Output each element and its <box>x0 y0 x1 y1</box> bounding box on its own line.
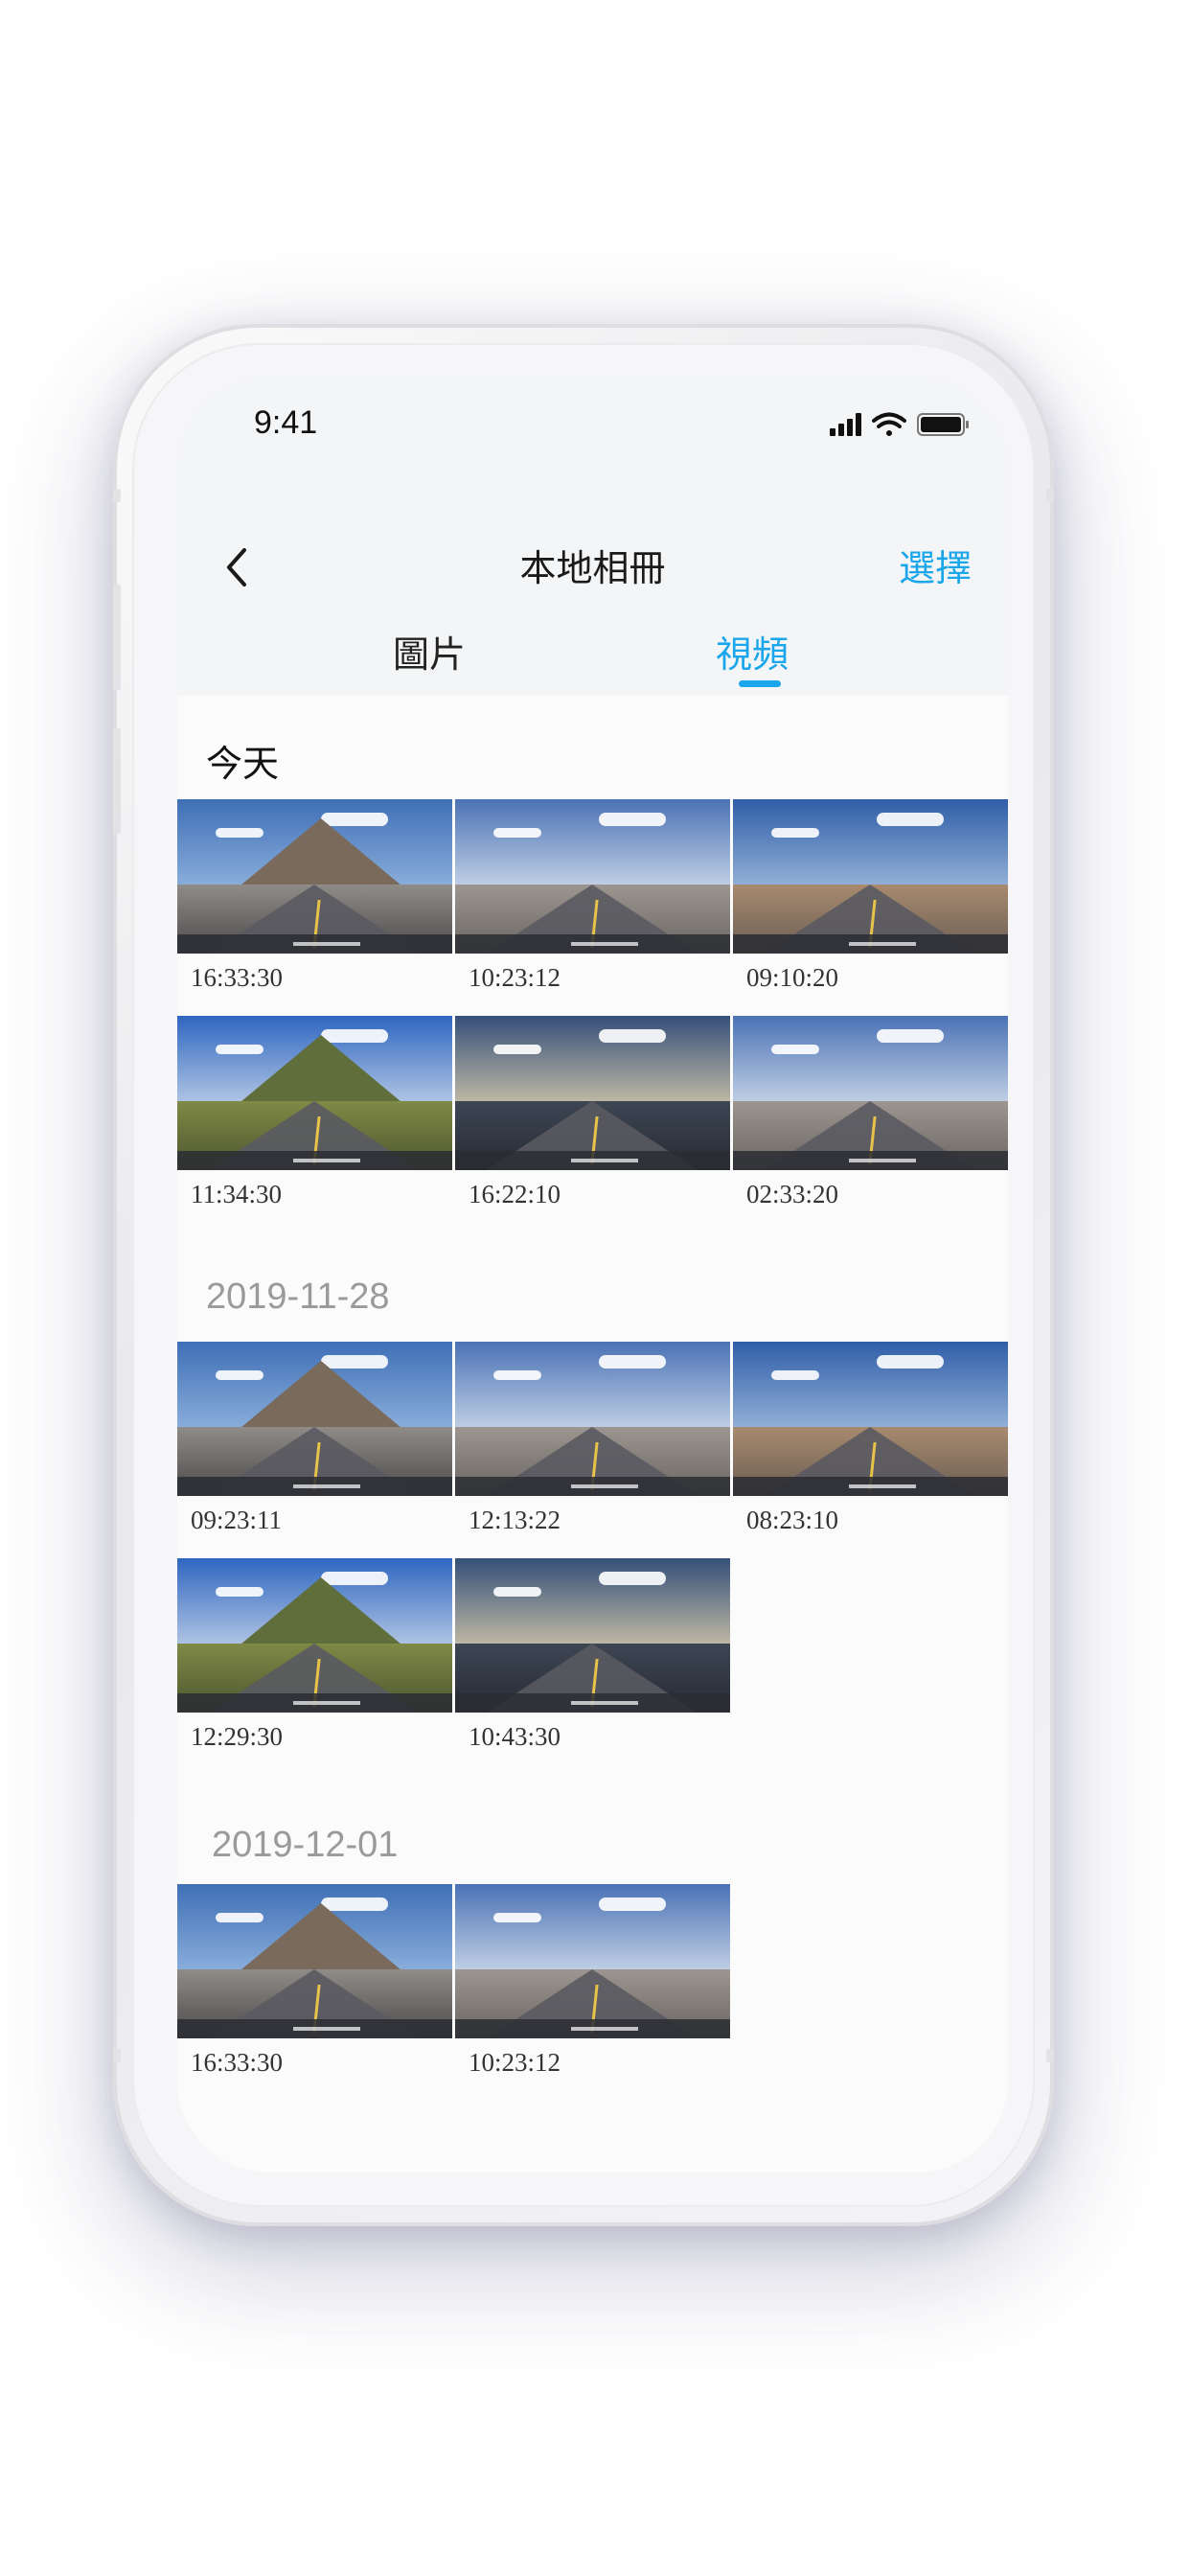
video-thumbnail[interactable] <box>455 1558 730 1713</box>
video-time-label: 10:23:12 <box>469 2048 561 2077</box>
status-time: 9:41 <box>254 404 318 441</box>
thumbnail-mountain <box>235 818 407 890</box>
navigation-bar: 本地相冊 選擇 <box>177 519 1008 615</box>
video-time-label: 10:23:12 <box>469 963 561 992</box>
phone-side-button <box>113 489 121 502</box>
thumbnail-sky <box>733 799 1008 892</box>
battery-icon <box>917 413 969 436</box>
video-time-label: 02:33:20 <box>746 1180 839 1208</box>
thumbnail-timestamp-overlay <box>292 2027 360 2031</box>
thumbnail-mountain <box>235 1903 407 1975</box>
phone-side-button <box>1046 489 1054 502</box>
thumbnail-timestamp-overlay <box>570 1484 638 1488</box>
video-thumbnail[interactable] <box>733 1016 1008 1170</box>
wifi-icon <box>872 412 906 436</box>
thumbnail-mountain <box>235 1035 407 1107</box>
thumbnail-mountain <box>235 1361 407 1433</box>
thumbnail-timestamp-overlay <box>570 2027 638 2031</box>
media-tabs: 圖片 視頻 <box>177 615 1008 692</box>
video-thumbnail[interactable] <box>733 799 1008 954</box>
video-gallery: 今天 2019-11-28 2019-12-01 16:33:30 10:23:1… <box>177 696 1008 2173</box>
phone-side-button <box>1046 2049 1054 2062</box>
video-thumbnail[interactable] <box>455 799 730 954</box>
thumbnail-cloud <box>599 1572 666 1585</box>
section-title: 今天 <box>206 743 280 785</box>
thumbnail-sky <box>733 1016 1008 1109</box>
thumbnail-timestamp-overlay <box>570 942 638 946</box>
thumbnail-cloud <box>599 1029 666 1043</box>
tab-photos[interactable]: 圖片 <box>393 625 466 678</box>
thumbnail-cloud <box>877 1355 944 1368</box>
phone-side-button <box>113 728 121 834</box>
video-time-label: 10:43:30 <box>469 1722 561 1751</box>
signal-bars-icon <box>830 413 861 436</box>
phone-screen: 9:41 本地相冊 選擇 圖片 視頻 今天 2019-11-28 2019-12… <box>177 376 1008 2173</box>
status-icons <box>830 410 973 439</box>
video-time-label: 09:10:20 <box>746 963 839 992</box>
video-thumbnail[interactable] <box>455 1884 730 2038</box>
thumbnail-timestamp-overlay <box>848 1484 916 1488</box>
video-thumbnail[interactable] <box>455 1016 730 1170</box>
video-thumbnail[interactable] <box>177 799 452 954</box>
video-time-label: 09:23:11 <box>191 1506 283 1534</box>
video-time-label: 12:13:22 <box>469 1506 561 1534</box>
video-time-label: 11:34:30 <box>191 1180 283 1208</box>
thumbnail-mountain <box>235 1577 407 1649</box>
thumbnail-cloud <box>771 1045 819 1054</box>
select-button[interactable]: 選擇 <box>899 539 972 591</box>
thumbnail-cloud <box>493 1370 541 1380</box>
video-time-label: 08:23:10 <box>746 1506 839 1534</box>
thumbnail-timestamp-overlay <box>570 1701 638 1705</box>
thumbnail-timestamp-overlay <box>570 1159 638 1162</box>
thumbnail-timestamp-overlay <box>292 942 360 946</box>
thumbnail-cloud <box>493 828 541 838</box>
thumbnail-cloud <box>493 1045 541 1054</box>
active-tab-indicator <box>739 680 781 687</box>
thumbnail-timestamp-overlay <box>292 1701 360 1705</box>
thumbnail-timestamp-overlay <box>848 942 916 946</box>
thumbnail-timestamp-overlay <box>292 1159 360 1162</box>
thumbnail-sky <box>455 1016 730 1109</box>
thumbnail-cloud <box>493 1587 541 1597</box>
phone-side-button <box>113 585 121 690</box>
thumbnail-cloud <box>599 1355 666 1368</box>
thumbnail-cloud <box>599 813 666 826</box>
video-time-label: 12:29:30 <box>191 1722 284 1751</box>
video-time-label: 16:33:30 <box>191 963 284 992</box>
thumbnail-timestamp-overlay <box>848 1159 916 1162</box>
thumbnail-sky <box>455 1342 730 1435</box>
thumbnail-sky <box>455 1884 730 1977</box>
thumbnail-cloud <box>877 1029 944 1043</box>
thumbnail-cloud <box>599 1898 666 1911</box>
thumbnail-cloud <box>771 1370 819 1380</box>
thumbnail-cloud <box>493 1913 541 1922</box>
video-time-label: 16:22:10 <box>469 1180 561 1208</box>
video-thumbnail[interactable] <box>177 1558 452 1713</box>
video-time-label: 16:33:30 <box>191 2048 284 2077</box>
video-thumbnail[interactable] <box>177 1342 452 1496</box>
thumbnail-cloud <box>771 828 819 838</box>
video-thumbnail[interactable] <box>455 1342 730 1496</box>
thumbnail-timestamp-overlay <box>292 1484 360 1488</box>
section-title: 2019-12-01 <box>212 1825 399 1865</box>
thumbnail-cloud <box>877 813 944 826</box>
video-thumbnail[interactable] <box>733 1342 1008 1496</box>
video-thumbnail[interactable] <box>177 1016 452 1170</box>
phone-side-button <box>113 2049 121 2062</box>
section-title: 2019-11-28 <box>206 1276 390 1317</box>
thumbnail-sky <box>455 799 730 892</box>
thumbnail-sky <box>733 1342 1008 1435</box>
thumbnail-sky <box>455 1558 730 1651</box>
page-title: 本地相冊 <box>519 547 666 589</box>
video-thumbnail[interactable] <box>177 1884 452 2038</box>
tab-videos[interactable]: 視頻 <box>716 625 789 678</box>
